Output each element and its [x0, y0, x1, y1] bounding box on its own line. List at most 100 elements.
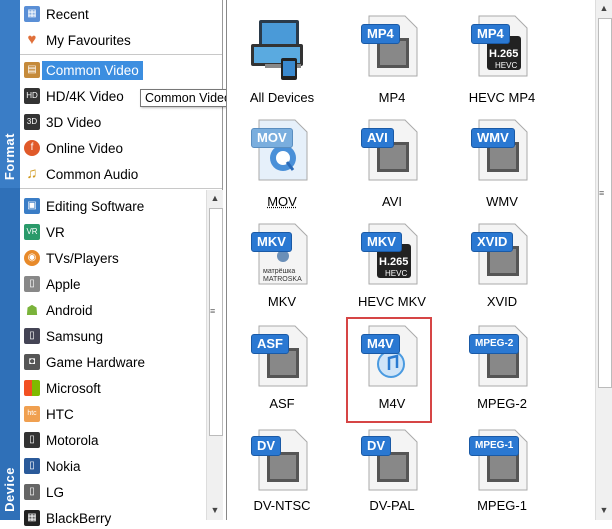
film-icon: ▤ — [24, 62, 40, 78]
list-item-label: Motorola — [46, 432, 99, 448]
list-item-label: VR — [46, 224, 65, 240]
list-item-apple[interactable]: ▯ Apple — [20, 273, 81, 295]
all-devices-icon — [251, 20, 303, 80]
device-list-scrollbar[interactable]: ▲ ≡ ▼ — [206, 190, 223, 520]
hevc-sublabel: HEVC — [495, 61, 518, 70]
format-caption: All Devices — [249, 90, 315, 105]
3d-icon: 3D — [24, 114, 40, 130]
vr-icon: VR — [24, 224, 40, 240]
tv-player-icon: ◉ — [24, 250, 40, 266]
list-item-nokia[interactable]: ▯ Nokia — [20, 455, 81, 477]
scrollbar-thumb[interactable] — [209, 208, 223, 436]
list-item-recent[interactable]: ▦ Recent — [20, 3, 89, 25]
online-video-icon: f — [24, 140, 40, 156]
format-mp4[interactable]: MP4 MP4 — [337, 10, 447, 110]
list-item-3d-video[interactable]: 3D 3D Video — [20, 111, 101, 133]
format-hevc-mp4[interactable]: MP4 H.265 HEVC HEVC MP4 — [447, 10, 557, 110]
format-avi[interactable]: AVI AVI — [337, 114, 447, 214]
divider — [20, 188, 222, 189]
format-badge: DV — [251, 436, 282, 456]
format-caption: MPEG-2 — [477, 396, 527, 411]
list-item-android[interactable]: ☗ Android — [20, 299, 93, 321]
selected-format-highlight — [346, 317, 432, 423]
scroll-down-arrow-icon[interactable]: ▼ — [207, 502, 223, 518]
format-badge: MP4 — [361, 24, 400, 44]
scrollbar-thumb[interactable] — [598, 18, 612, 388]
list-item-label: Nokia — [46, 458, 81, 474]
hevc-label: H.265 — [379, 256, 409, 268]
format-dv-ntsc[interactable]: DV DV-NTSC — [227, 424, 337, 524]
format-badge: MP4 — [471, 24, 510, 44]
heart-icon: ♥ — [27, 31, 37, 48]
matroska-label: матрёшка — [263, 268, 296, 275]
tab-format[interactable]: Format — [0, 0, 20, 188]
motorola-icon: ▯ — [24, 432, 40, 448]
format-caption: MP4 — [378, 90, 406, 105]
format-badge: AVI — [361, 128, 394, 148]
list-item-lg[interactable]: ▯ LG — [20, 481, 64, 503]
list-item-vr[interactable]: VR VR — [20, 221, 65, 243]
list-item-my-favourites[interactable]: ♥ My Favourites — [20, 29, 131, 51]
format-hevc-mkv[interactable]: MKV H.265 HEVC HEVC MKV — [337, 218, 447, 318]
list-item-samsung[interactable]: ▯ Samsung — [20, 325, 103, 347]
editing-software-icon: ▣ — [24, 198, 40, 214]
format-dv-pal[interactable]: DV DV-PAL — [337, 424, 447, 524]
scroll-up-arrow-icon[interactable]: ▲ — [207, 190, 223, 206]
format-caption: MKV — [267, 294, 297, 309]
hevc-label: H.265 — [489, 48, 519, 60]
tab-device[interactable]: Device — [0, 188, 20, 520]
tab-format-label: Format — [2, 132, 17, 180]
format-badge: MPEG-1 — [469, 436, 520, 456]
format-badge: XVID — [471, 232, 514, 252]
format-xvid[interactable]: XVID XVID — [447, 218, 557, 318]
format-wmv[interactable]: WMV WMV — [447, 114, 557, 214]
microsoft-icon — [24, 380, 40, 396]
scroll-up-arrow-icon[interactable]: ▲ — [596, 0, 612, 16]
blackberry-icon: ▦ — [24, 510, 40, 526]
nokia-icon: ▯ — [24, 458, 40, 474]
list-item-blackberry[interactable]: ▦ BlackBerry — [20, 507, 111, 529]
htc-icon: htc — [24, 406, 40, 422]
list-item-microsoft[interactable]: Microsoft — [20, 377, 101, 399]
list-item-label: TVs/Players — [46, 250, 119, 266]
format-caption: AVI — [382, 194, 402, 209]
format-badge: MOV — [251, 128, 293, 148]
list-item-common-video[interactable]: ▤ Common Video — [20, 59, 143, 81]
gamepad-icon: ◘ — [24, 354, 40, 370]
format-mpeg-2[interactable]: MPEG-2 MPEG-2 — [447, 320, 557, 420]
hevc-sublabel: HEVC — [385, 269, 408, 278]
list-item-label: Common Audio — [46, 166, 139, 182]
format-caption: HEVC MKV — [358, 294, 426, 309]
list-item-label: LG — [46, 484, 65, 500]
list-item-common-audio[interactable]: ♫ Common Audio — [20, 163, 138, 185]
list-item-label: 3D Video — [46, 114, 102, 130]
list-item-motorola[interactable]: ▯ Motorola — [20, 429, 99, 451]
format-badge: MPEG-2 — [469, 334, 520, 354]
list-item-htc[interactable]: htc HTC — [20, 403, 74, 425]
format-badge: DV — [361, 436, 392, 456]
list-item-label: Online Video — [46, 140, 124, 156]
scroll-down-arrow-icon[interactable]: ▼ — [596, 502, 612, 518]
list-item-game-hardware[interactable]: ◘ Game Hardware — [20, 351, 145, 373]
format-caption: MOV — [267, 194, 297, 209]
list-item-label: Microsoft — [46, 380, 101, 396]
list-item-label: BlackBerry — [46, 510, 112, 526]
format-mkv[interactable]: MKV матрёшка MATROSKA MKV — [227, 218, 337, 318]
format-caption: DV-NTSC — [253, 498, 311, 513]
format-badge: MKV — [251, 232, 292, 252]
format-grid-scrollbar[interactable]: ▲ ≡ ▼ — [595, 0, 612, 520]
format-caption: XVID — [486, 294, 518, 309]
format-all-devices[interactable]: All Devices — [227, 10, 337, 110]
list-item-tvs-players[interactable]: ◉ TVs/Players — [20, 247, 119, 269]
list-item-label: Editing Software — [46, 198, 145, 214]
format-asf[interactable]: ASF ASF — [227, 320, 337, 420]
format-mpeg-1[interactable]: MPEG-1 MPEG-1 — [447, 424, 557, 524]
format-mov[interactable]: MOV MOV — [227, 114, 337, 214]
list-item-label: Recent — [46, 6, 89, 22]
list-item-online-video[interactable]: f Online Video — [20, 137, 123, 159]
list-item-hd-4k-video[interactable]: HD HD/4K Video — [20, 85, 124, 107]
format-caption: DV-PAL — [369, 498, 415, 513]
grip-icon: ≡ — [599, 188, 605, 198]
list-item-editing-software[interactable]: ▣ Editing Software — [20, 195, 144, 217]
list-item-label: Game Hardware — [46, 354, 146, 370]
